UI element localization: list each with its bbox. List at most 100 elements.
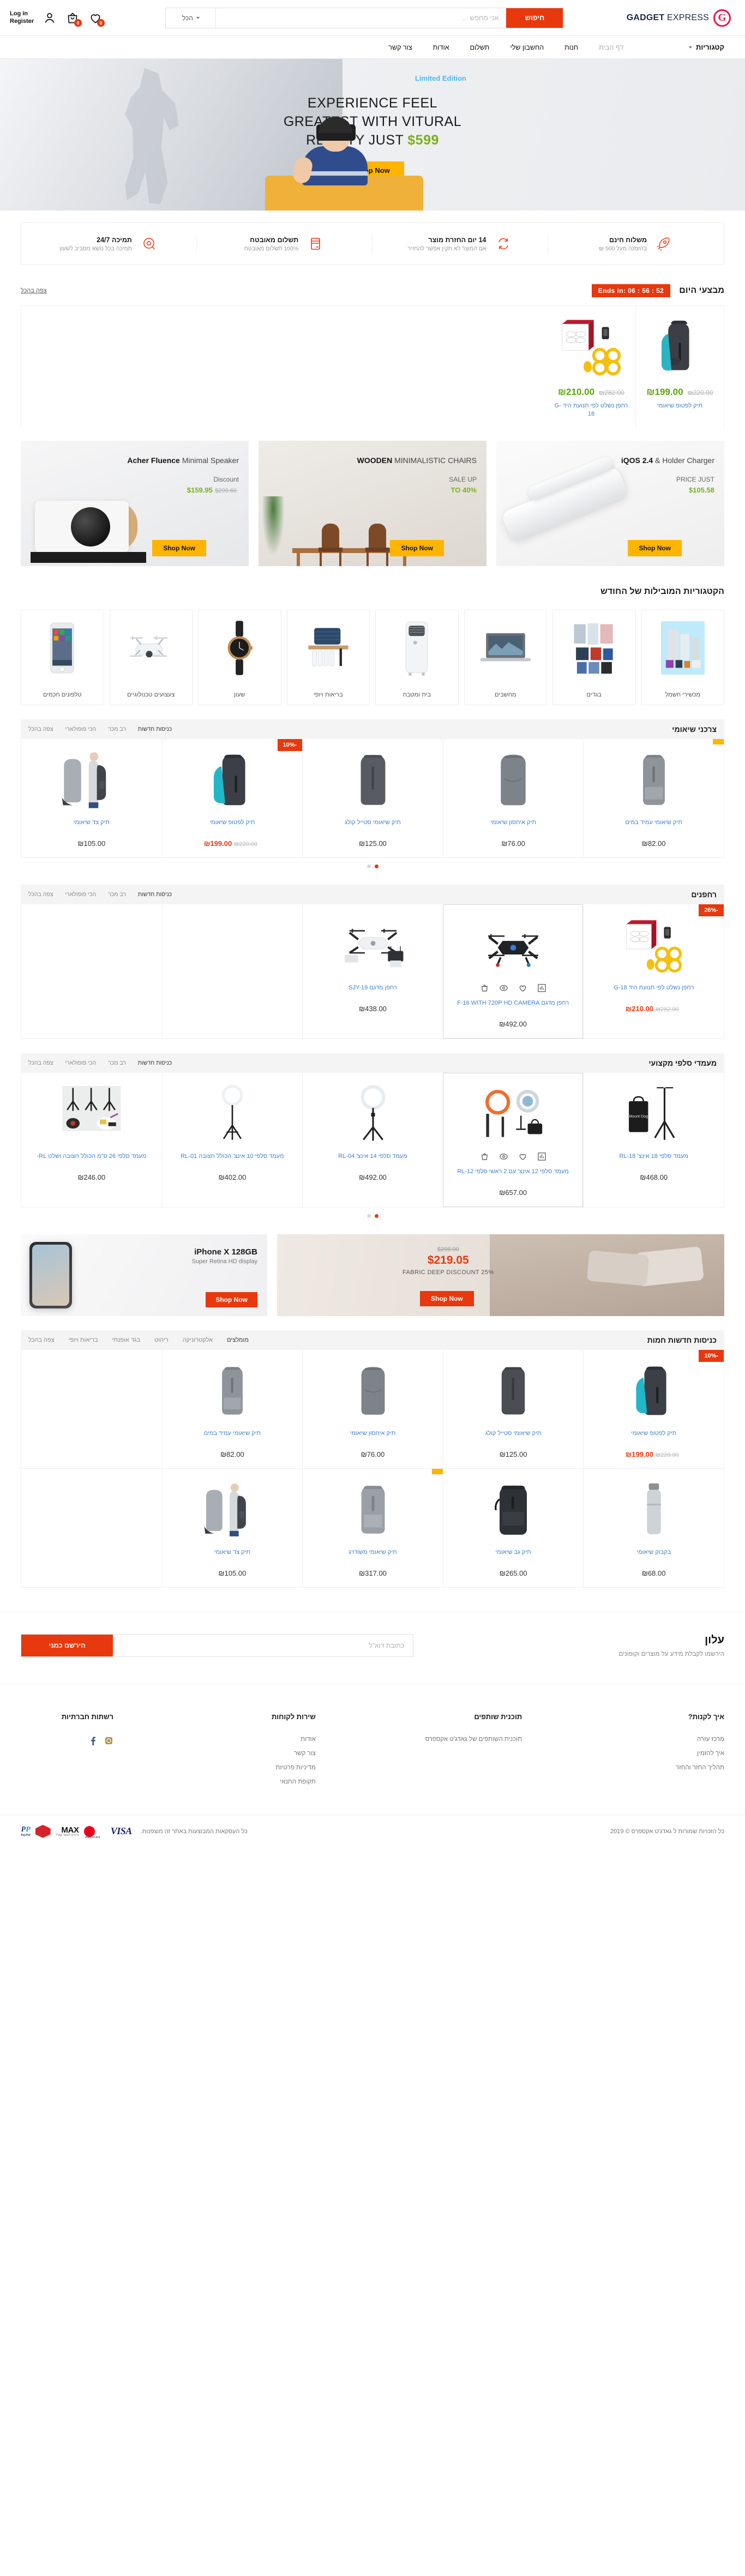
category-tile-computers[interactable]: מחשבים [464, 609, 547, 705]
tab-most-popular[interactable]: הכי פופולארי [65, 891, 97, 898]
product-name[interactable]: תיק צד שיאומי [27, 819, 157, 835]
product-card[interactable]: תיק גב שיאומי ₪265.00 [442, 1468, 584, 1587]
category-tile-clothes[interactable]: בגדים [552, 609, 636, 705]
promo-banner-chairs[interactable]: WOODEN MINIMALISTIC CHAIRS SALE UP TO 40… [259, 440, 486, 566]
tab-best-seller[interactable]: רב מכר [108, 726, 126, 732]
quick-view-icon[interactable] [499, 983, 508, 993]
product-name[interactable]: תיק שיאומי סטייל קולג [308, 819, 437, 835]
mid-shop-now-button[interactable]: Shop Now [420, 1290, 474, 1306]
product-name[interactable]: רחפן נשלט לפי תנועת היד G-18 [589, 984, 718, 1000]
nav-item-contact[interactable]: צור קשר [388, 44, 412, 51]
tab-fashion[interactable]: בגד אופנתי [112, 1337, 141, 1343]
product-name[interactable]: בקבוק שיאומי [589, 1548, 718, 1565]
product-card[interactable]: מעמד סלפי 26 ס"מ הכולל חצובה ושלט RL- ₪2… [21, 1073, 162, 1207]
footer-link[interactable]: מרכז עזרה [632, 1736, 724, 1743]
nav-item-home[interactable]: דף הבית [599, 44, 623, 51]
product-card[interactable]: תיק צד שיאומי ₪105.00 [161, 1468, 303, 1587]
product-card[interactable]: תיק שיאומי סטייל קולג ₪125.00 [442, 1349, 584, 1469]
product-card[interactable]: מעמד סלפי 14 אינצ' RL-04 ₪492.00 [302, 1072, 443, 1207]
search-category-select[interactable]: הכל [166, 8, 217, 28]
tab-most-popular[interactable]: הכי פופולארי [65, 1060, 97, 1066]
product-card[interactable]: 26%- רחפן נשלט לפי תנועת היד G-18 ₪210.0… [583, 904, 724, 1038]
product-name[interactable]: מעמד סלפי 14 אינצ' RL-04 [308, 1152, 437, 1169]
login-register-link[interactable]: Log in Register [10, 10, 34, 26]
category-tile-appliances[interactable]: מכשירי חשמל [641, 609, 724, 705]
footer-link[interactable]: תהליך החזר והחזר [632, 1764, 724, 1771]
tab-new-arrivals[interactable]: כניסות חדשות [138, 726, 172, 732]
product-name[interactable]: תיק שיאומי עמיד במים [589, 819, 718, 835]
tab-most-popular[interactable]: הכי פופולארי [65, 726, 97, 732]
tab-featured[interactable]: מומלצים [227, 1337, 249, 1343]
promo-shop-now-button[interactable]: Shop Now [152, 539, 206, 556]
add-to-cart-icon[interactable] [480, 983, 489, 993]
product-name[interactable]: מעמד סלפי 18 אינצ' RL-18 [589, 1152, 718, 1169]
product-name[interactable]: מעמד סלפי 26 ס"מ הכולל חצובה ושלט RL- [27, 1152, 157, 1169]
deal-card[interactable]: ₪210.00 ₪282.00 רחפן נשלט לפי תנועת היד … [547, 306, 635, 428]
product-name[interactable]: תיק שיאומי משודרג [308, 1548, 437, 1565]
category-tile-home-kitchen[interactable]: בית ומטבח [375, 609, 459, 705]
product-card[interactable]: תיק צד שיאומי ₪105.00 [21, 739, 162, 857]
tab-view-all[interactable]: צפה בהכל [28, 1060, 53, 1066]
nav-item-my-account[interactable]: החשבון שלי [510, 44, 544, 51]
tab-view-all[interactable]: צפה בהכל [28, 726, 53, 732]
tab-best-seller[interactable]: רב מכר [108, 891, 126, 898]
search-button[interactable]: חיפוש [506, 8, 563, 28]
wishlist-icon[interactable] [518, 1152, 527, 1161]
product-name[interactable]: תיק לפטופ שיאומי [589, 1430, 718, 1446]
product-card[interactable]: Mount Dog מעמד סלפי 18 אינצ' RL-18 ₪468.… [583, 1072, 724, 1207]
product-name[interactable]: רחפן מדגם SJY-19 [308, 984, 437, 1000]
tab-electronics[interactable]: אלקטרוניקה [183, 1337, 213, 1343]
product-card[interactable]: 10%- תיק לפטופ שיאומי ₪199.00 ₪220.00 [583, 1349, 724, 1469]
product-name[interactable]: תיק איחסון שיאומי [308, 1430, 437, 1446]
hero-banner[interactable]: Limited Edition EXPERIENCE FEEL GREATEST… [0, 59, 745, 211]
facebook-icon[interactable] [88, 1736, 98, 1745]
category-tile-health-beauty[interactable]: בריאות ויופי [286, 609, 370, 705]
product-name[interactable]: תיק שיאומי סטייל קולג [449, 1430, 578, 1446]
footer-link[interactable]: אודות [223, 1736, 316, 1743]
mid-banner-iphone[interactable]: iPhone X 128GB Super Retina HD display S… [21, 1234, 267, 1316]
product-card[interactable]: תיק איחסון שיאומי ₪76.00 [442, 738, 584, 857]
product-card[interactable]: תיק שיאומי משודרג ₪317.00 [302, 1468, 443, 1587]
product-card[interactable]: רחפן מדגם SJY-19 ₪438.00 [302, 904, 443, 1038]
account-icon[interactable] [43, 11, 57, 25]
instagram-icon[interactable] [104, 1736, 113, 1745]
compare-icon[interactable] [537, 1152, 546, 1161]
product-name[interactable]: תיק שיאומי עמיד במים [168, 1430, 297, 1446]
product-card[interactable]: 10%- תיק לפטופ שיאומי ₪199.00 ₪220.00 [161, 738, 303, 857]
mid-shop-now-button[interactable]: Shop Now [206, 1292, 257, 1307]
deals-view-all-link[interactable]: צפה בהכל [21, 287, 47, 294]
tab-furniture[interactable]: ריהוט [154, 1337, 169, 1343]
category-tile-smartphones[interactable]: טלפונים חכמים [21, 609, 104, 705]
quick-view-icon[interactable] [499, 1152, 508, 1161]
product-name[interactable]: תיק צד שיאומי [168, 1548, 297, 1565]
product-card[interactable]: תיק שיאומי עמיד במים ₪82.00 [161, 1349, 303, 1469]
site-logo[interactable]: G GADGET EXPRESS [627, 9, 731, 27]
footer-link[interactable]: תקופת התנאי [223, 1779, 316, 1785]
cart-button[interactable]: 0 [65, 11, 82, 27]
product-card[interactable]: תיק איחסון שיאומי ₪76.00 [302, 1349, 443, 1469]
product-name[interactable]: תיק גב שיאומי [449, 1548, 578, 1565]
nav-item-checkout[interactable]: תשלום [470, 44, 490, 51]
promo-banner-iqos[interactable]: iQOS 2.4 & Holder Charger PRICE JUST $10… [496, 440, 724, 566]
tab-health-beauty[interactable]: בריאות ויופי [69, 1337, 98, 1343]
product-card[interactable]: מעמד סלפי 10 אינצ' הכולל חצובה RL-01 ₪40… [161, 1072, 303, 1207]
nav-item-shop[interactable]: חנות [564, 44, 578, 51]
product-card[interactable]: רחפן מדגם F-16 WITH 720P HD CAMERA ₪492.… [442, 904, 584, 1038]
product-card[interactable]: תיק שיאומי עמיד במים ₪82.00 [583, 738, 724, 857]
wishlist-button[interactable]: 0 [88, 11, 105, 27]
product-name[interactable]: תיק לפטופ שיאומי [168, 819, 297, 835]
carousel-dot[interactable] [374, 1214, 378, 1218]
footer-link[interactable]: צור קשר [223, 1750, 316, 1757]
tab-best-seller[interactable]: רב מכר [108, 1060, 126, 1066]
tab-view-all[interactable]: צפה בהכל [28, 1337, 55, 1343]
add-to-cart-icon[interactable] [480, 1152, 489, 1161]
promo-shop-now-button[interactable]: Shop Now [390, 539, 444, 556]
nav-item-about[interactable]: אודות [433, 44, 449, 51]
wishlist-icon[interactable] [518, 983, 527, 993]
footer-link[interactable]: תוכנית השותפים של גאדג'ט אקספרס [425, 1736, 522, 1743]
deal-name[interactable]: תיק לפטופ שיאומי [640, 402, 719, 410]
mid-banner-fabric[interactable]: $298.00 $219.05 FABRIC DEEP DISCOUNT 25%… [277, 1234, 724, 1316]
tab-view-all[interactable]: צפה בהכל [28, 891, 53, 898]
product-card[interactable]: תיק שיאומי סטייל קולג ₪125.00 [302, 738, 443, 857]
category-tile-watch[interactable]: שעון [198, 609, 281, 705]
